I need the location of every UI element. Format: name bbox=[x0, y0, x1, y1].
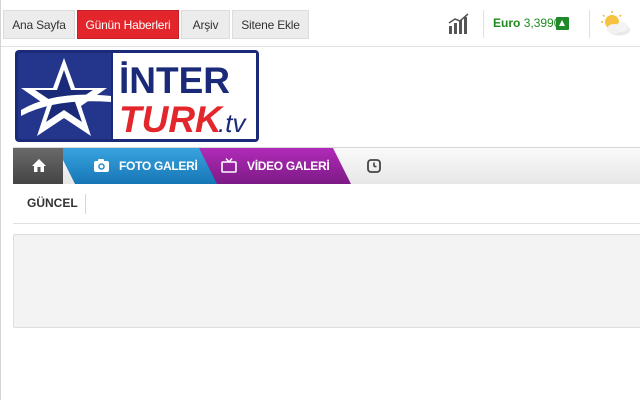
main-nav: VİDEO GALERİ FOTO GALERİ bbox=[13, 147, 640, 185]
sub-nav: GÜNCEL bbox=[13, 184, 640, 224]
top-nav-home[interactable]: Ana Sayfa bbox=[3, 10, 75, 39]
divider bbox=[85, 194, 86, 214]
nav-video-label: VİDEO GALERİ bbox=[247, 159, 330, 173]
tv-icon bbox=[221, 158, 237, 173]
top-nav-todays-news[interactable]: Günün Haberleri bbox=[77, 10, 179, 39]
clock-icon[interactable] bbox=[367, 159, 381, 173]
currency-value: 3,3990 bbox=[523, 16, 561, 30]
sub-nav-item-guncel[interactable]: GÜNCEL bbox=[27, 196, 78, 210]
page: Ana Sayfa Günün Haberleri Arşiv Sitene E… bbox=[0, 0, 640, 400]
bar-chart-icon[interactable] bbox=[447, 12, 471, 36]
top-nav-add-to-site[interactable]: Sitene Ekle bbox=[232, 10, 309, 39]
divider bbox=[589, 10, 590, 38]
nav-foto-label: FOTO GALERİ bbox=[119, 159, 198, 173]
logo-text-tv: .tv bbox=[218, 108, 247, 138]
divider bbox=[483, 10, 484, 38]
trend-up-icon bbox=[556, 17, 569, 30]
logo-text-turk: TURK bbox=[119, 99, 224, 140]
top-nav-archive[interactable]: Arşiv bbox=[181, 10, 230, 39]
home-icon bbox=[32, 159, 46, 172]
site-logo[interactable]: İNTER TURK .tv bbox=[15, 50, 259, 142]
camera-icon bbox=[94, 159, 109, 172]
top-bar: Ana Sayfa Günün Haberleri Arşiv Sitene E… bbox=[1, 0, 640, 47]
nav-photo-gallery[interactable]: FOTO GALERİ bbox=[57, 148, 217, 184]
currency-name: Euro bbox=[493, 16, 521, 30]
nav-home-button[interactable] bbox=[13, 148, 63, 184]
currency-ticker[interactable]: Euro 3,3990 bbox=[493, 16, 560, 30]
sun-cloud-icon[interactable] bbox=[599, 10, 633, 38]
top-nav: Ana Sayfa Günün Haberleri Arşiv Sitene E… bbox=[3, 10, 311, 39]
content-placeholder bbox=[13, 234, 640, 328]
logo-text-inter: İNTER bbox=[119, 60, 230, 101]
